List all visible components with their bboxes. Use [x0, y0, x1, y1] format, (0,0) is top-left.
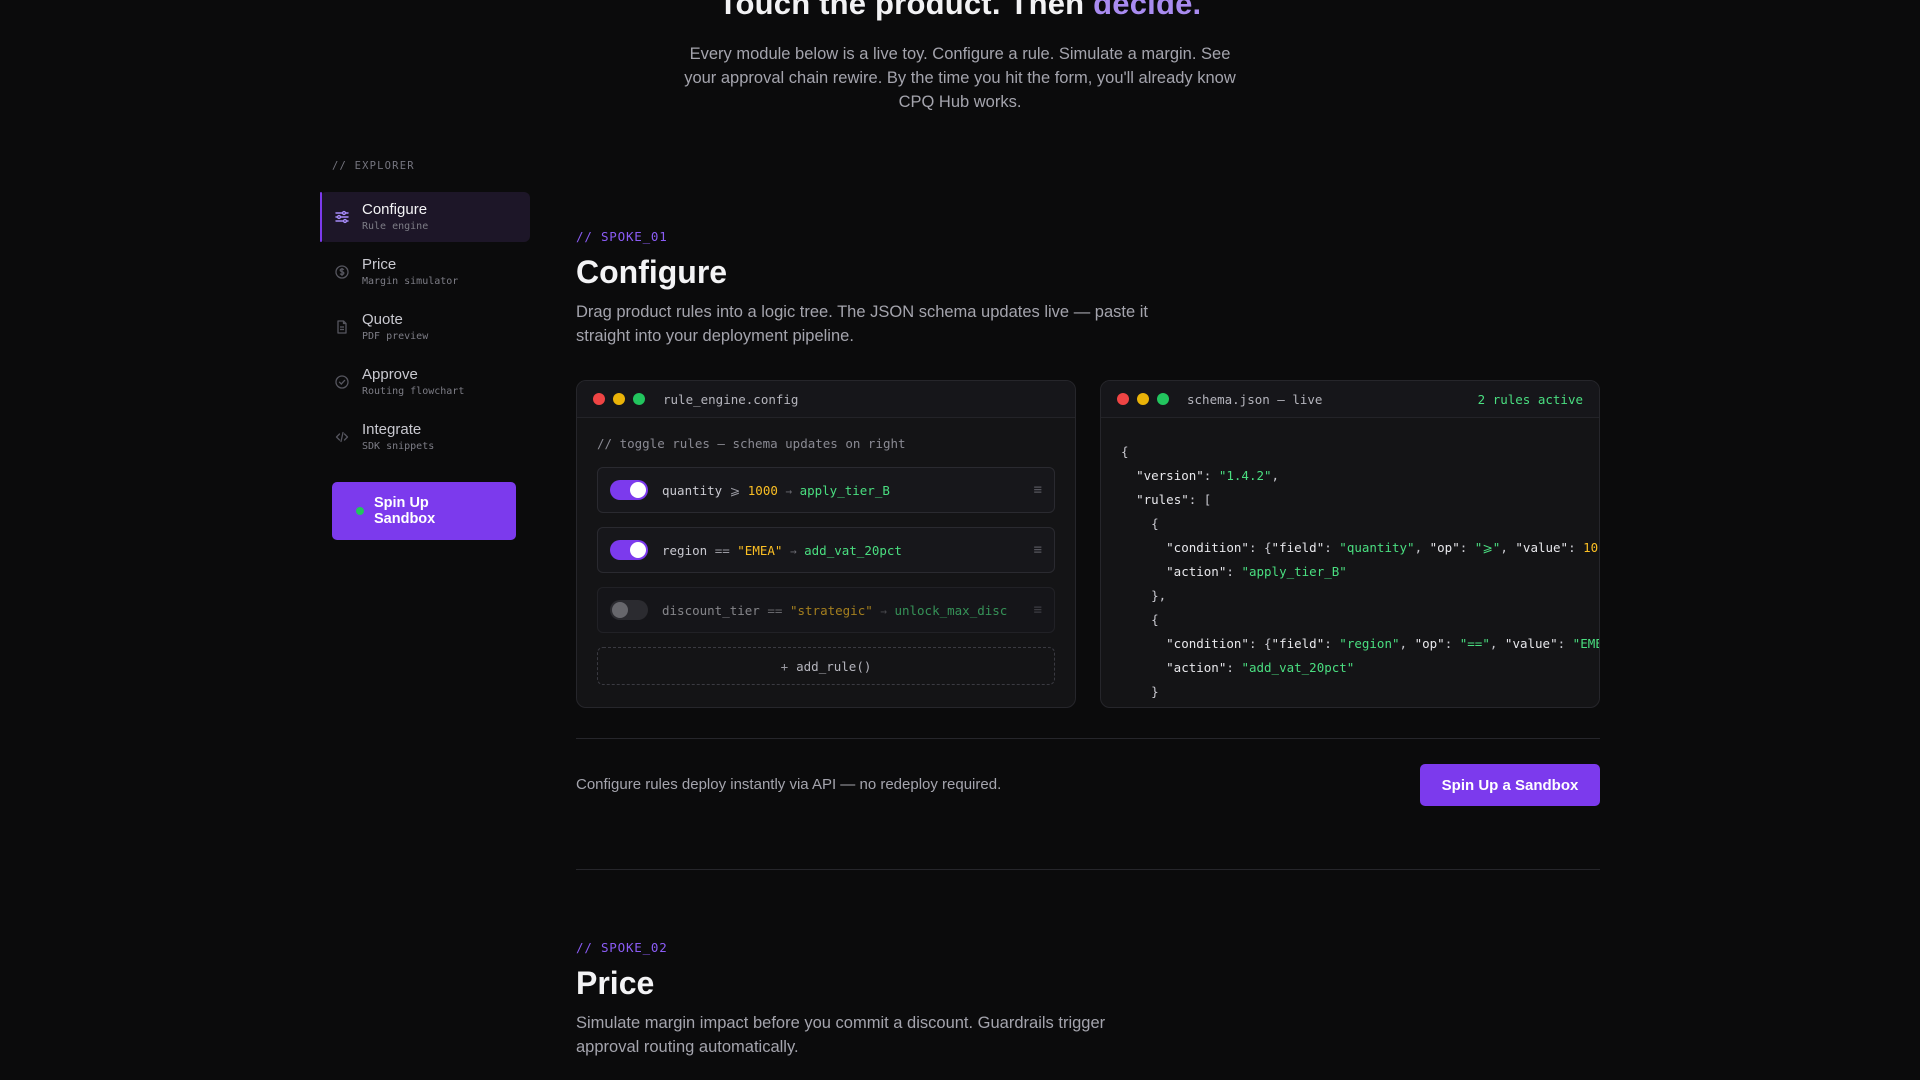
drag-handle-icon[interactable]: ≡: [1034, 542, 1042, 558]
json-line: "condition": {"field": "region", "op": "…: [1166, 636, 1599, 651]
spoke-02-description: Simulate margin impact before you commit…: [576, 1014, 1106, 1056]
spoke-01-description: Drag product rules into a logic tree. Th…: [576, 303, 1148, 345]
sidebar-item-configure[interactable]: Configure Rule engine: [320, 192, 530, 242]
close-dot-icon: [1117, 393, 1129, 405]
sliders-icon: [334, 209, 350, 225]
json-line: "rules": [: [1136, 492, 1212, 507]
sidebar-item-price[interactable]: Price Margin simulator: [320, 247, 530, 297]
live-status-dot: [356, 507, 364, 515]
sidebar-item-title: Approve: [362, 366, 418, 383]
rule-toggle-region[interactable]: [610, 540, 648, 560]
sidebar-item-title: Integrate: [362, 421, 422, 438]
rules-active-badge: 2 rules active: [1477, 391, 1583, 407]
rule-engine-panel-title: rule_engine.config: [663, 391, 799, 407]
sidebar-item-subtitle: PDF preview: [362, 331, 429, 342]
schema-panel-title: schema.json — live: [1187, 391, 1323, 407]
rule-row-quantity[interactable]: quantity ⩾ 1000 → apply_tier_B ≡: [597, 467, 1055, 513]
section-divider: [576, 869, 1600, 870]
json-line: "version": "1.4.2",: [1136, 468, 1280, 483]
json-line: }: [1121, 684, 1159, 699]
spoke-01-tag: // SPOKE_01: [576, 229, 668, 244]
rule-expression: quantity ⩾ 1000 → apply_tier_B: [662, 482, 890, 498]
rule-toggle-discount-tier[interactable]: [610, 600, 648, 620]
rule-expression: region == "EMEA" → add_vat_20pct: [662, 542, 902, 558]
rule-engine-panel-header: rule_engine.config: [577, 381, 1075, 418]
drag-handle-icon[interactable]: ≡: [1034, 482, 1042, 498]
json-line: "condition": {"field": "quantity", "op":…: [1166, 540, 1599, 555]
plus-icon: +: [780, 658, 789, 674]
spin-up-sandbox-button[interactable]: Spin Up Sandbox: [332, 482, 516, 540]
schema-json-code: { "version": "1.4.2", "rules": [ { "cond…: [1101, 418, 1599, 707]
json-line: {: [1121, 516, 1159, 531]
rules-comment: // toggle rules — schema updates on righ…: [597, 436, 906, 451]
rule-row-region[interactable]: region == "EMEA" → add_vat_20pct ≡: [597, 527, 1055, 573]
json-line: "action": "apply_tier_B": [1166, 564, 1347, 579]
hero-subtitle: Every module below is a live toy. Config…: [684, 45, 1236, 111]
json-line: {: [1121, 444, 1129, 459]
add-rule-label: add_rule(): [796, 658, 872, 674]
close-dot-icon: [593, 393, 605, 405]
hero-title: Touch the product. Then decide.: [0, 0, 1920, 22]
sidebar-item-title: Price: [362, 256, 397, 273]
json-line: "action": "add_vat_20pct": [1166, 660, 1355, 675]
sidebar-item-subtitle: SDK snippets: [362, 441, 435, 452]
spoke-02-title: Price: [576, 965, 655, 1001]
sidebar-item-quote[interactable]: Quote PDF preview: [320, 302, 530, 352]
explorer-sidebar: // EXPLORER Configure Rule engine Price …: [320, 160, 530, 540]
document-icon: [334, 319, 350, 335]
spin-up-sandbox-label: Spin Up Sandbox: [374, 495, 436, 527]
code-icon: [334, 429, 350, 445]
rule-expression: discount_tier == "strategic" → unlock_ma…: [662, 602, 1008, 618]
hero-title-main: Touch the product. Then: [718, 0, 1094, 21]
json-line: {: [1121, 612, 1159, 627]
schema-panel-header: schema.json — live 2 rules active: [1101, 381, 1599, 418]
check-circle-icon: [334, 374, 350, 390]
sidebar-item-subtitle: Routing flowchart: [362, 386, 465, 397]
spoke-01-title: Configure: [576, 254, 728, 290]
dollar-circle-icon: [334, 264, 350, 280]
sidebar-item-integrate[interactable]: Integrate SDK snippets: [320, 412, 530, 462]
deploy-note: Configure rules deploy instantly via API…: [576, 776, 1002, 793]
rule-engine-panel: rule_engine.config // toggle rules — sch…: [576, 380, 1076, 708]
section-divider: [576, 738, 1600, 739]
minimize-dot-icon: [1137, 393, 1149, 405]
sidebar-item-title: Configure: [362, 201, 428, 218]
hero-title-accent: decide.: [1093, 0, 1202, 21]
rule-toggle-quantity[interactable]: [610, 480, 648, 500]
rule-row-discount-tier[interactable]: discount_tier == "strategic" → unlock_ma…: [597, 587, 1055, 633]
minimize-dot-icon: [613, 393, 625, 405]
drag-handle-icon[interactable]: ≡: [1034, 602, 1042, 618]
sidebar-item-subtitle: Rule engine: [362, 221, 429, 232]
sidebar-item-title: Quote: [362, 311, 403, 328]
maximize-dot-icon: [633, 393, 645, 405]
explorer-label: // EXPLORER: [332, 160, 415, 172]
spin-up-a-sandbox-button[interactable]: Spin Up a Sandbox: [1420, 764, 1600, 806]
json-line: },: [1121, 588, 1167, 603]
add-rule-button[interactable]: + add_rule(): [597, 647, 1055, 685]
spoke-02-tag: // SPOKE_02: [576, 940, 668, 955]
sidebar-item-subtitle: Margin simulator: [362, 276, 459, 287]
sidebar-item-approve[interactable]: Approve Routing flowchart: [320, 357, 530, 407]
maximize-dot-icon: [1157, 393, 1169, 405]
schema-json-panel: schema.json — live 2 rules active { "ver…: [1100, 380, 1600, 708]
